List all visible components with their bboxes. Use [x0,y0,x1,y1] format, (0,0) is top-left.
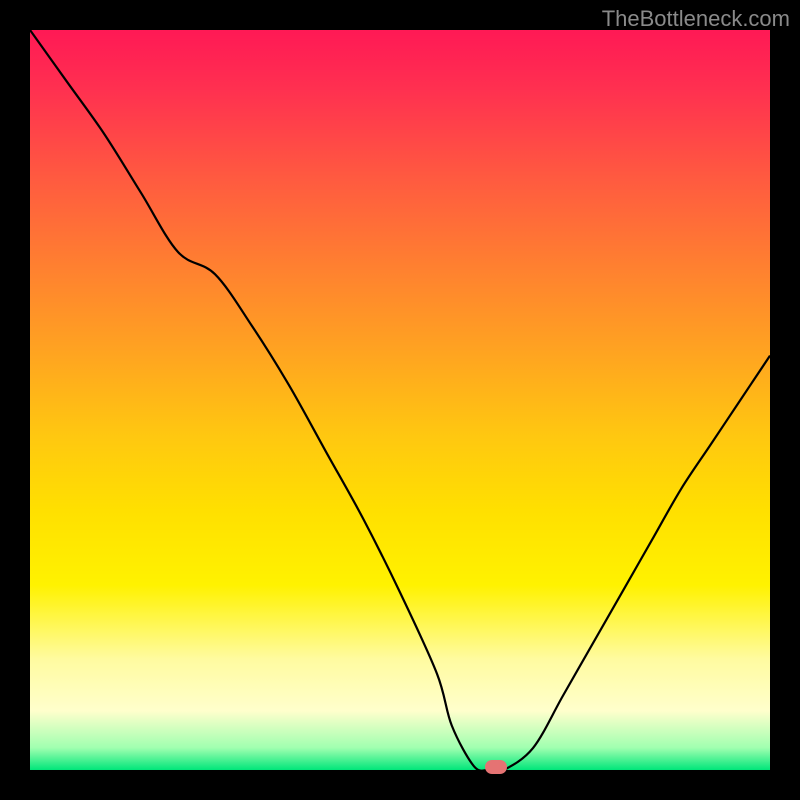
bottleneck-curve [30,30,770,770]
chart-curve-svg [30,30,770,770]
attribution-text: TheBottleneck.com [602,6,790,32]
bottleneck-marker [485,760,507,774]
